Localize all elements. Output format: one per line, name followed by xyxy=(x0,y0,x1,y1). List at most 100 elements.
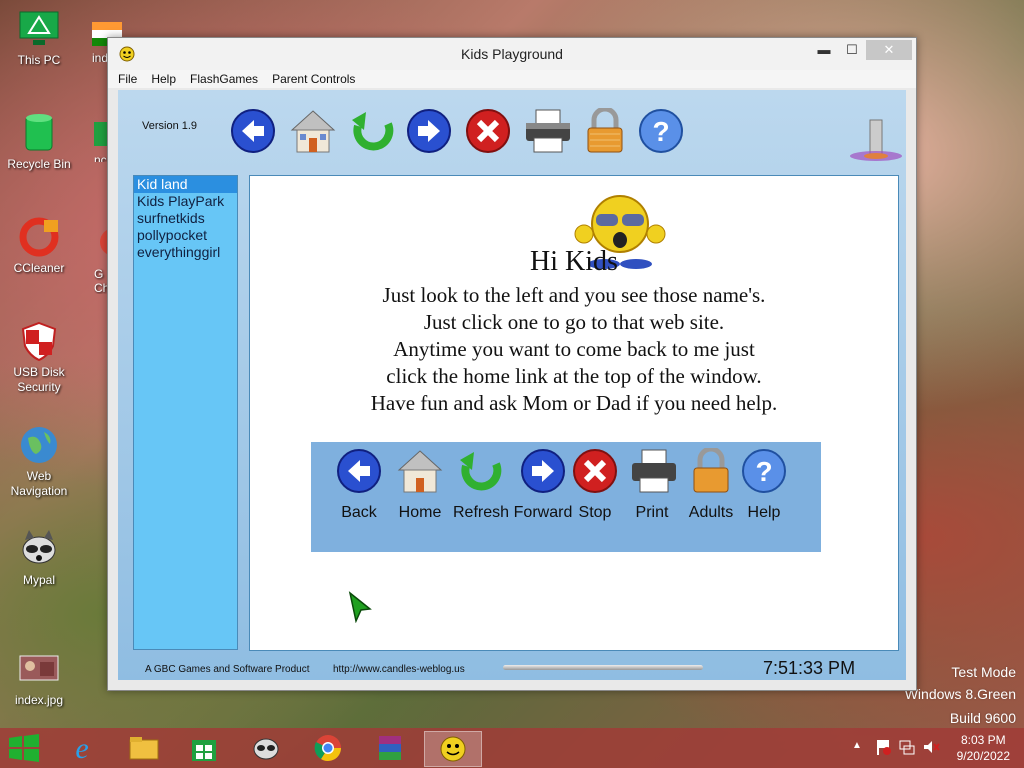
site-list-item[interactable]: pollypocket xyxy=(134,227,237,244)
desktop-icon-index-jpg[interactable]: index.jpg xyxy=(4,648,74,708)
status-product-text: A GBC Games and Software Product xyxy=(145,664,310,675)
nav-refresh-button[interactable]: Refresh xyxy=(451,448,511,522)
candle-logo-icon xyxy=(848,118,904,169)
store-icon xyxy=(192,740,216,761)
toolbar-stop-button[interactable] xyxy=(465,108,511,154)
stop-icon xyxy=(466,109,510,153)
toolbar-parental-lock-button[interactable] xyxy=(585,106,631,154)
content-pane: Hi Kids Just look to the left and you se… xyxy=(249,175,899,651)
toolbar-home-button[interactable] xyxy=(290,108,336,154)
nav-button-label: Stop xyxy=(578,504,612,521)
toolbar-print-button[interactable] xyxy=(523,108,570,154)
mouse-cursor-icon xyxy=(348,591,374,628)
taskbar-internet-explorer[interactable]: e xyxy=(54,731,110,765)
nav-help-button[interactable]: ? Help xyxy=(741,448,787,522)
padlock-icon xyxy=(587,106,623,153)
title-bar[interactable]: Kids Playground ▬ ☐ ✕ xyxy=(108,38,916,70)
svg-text:?: ? xyxy=(755,456,772,487)
tray-time: 8:03 PM xyxy=(960,733,1006,747)
globe-icon xyxy=(18,424,60,466)
forward-arrow-icon xyxy=(521,449,565,493)
forward-arrow-icon xyxy=(407,109,451,153)
taskbar-mypal[interactable] xyxy=(238,731,294,765)
stop-icon xyxy=(573,449,617,493)
taskbar-winrar[interactable] xyxy=(362,731,418,765)
nav-stop-button[interactable]: Stop xyxy=(571,448,619,522)
smiley-app-icon xyxy=(440,736,466,762)
back-arrow-icon xyxy=(337,449,381,493)
windows-version-watermark: Windows 8.Green xyxy=(904,686,1016,702)
nav-button-label: Back xyxy=(341,504,377,521)
home-icon xyxy=(397,450,443,493)
client-area: Version 1.9 ? Kid land Kids PlayPark sur… xyxy=(118,90,906,680)
instruction-line: Have fun and ask Mom or Dad if you need … xyxy=(370,391,778,415)
padlock-icon xyxy=(693,446,729,493)
recycle-bin-icon xyxy=(18,112,60,154)
window-title: Kids Playground xyxy=(461,46,563,62)
instruction-line: Just click one to go to that web site. xyxy=(423,310,725,334)
taskbar-file-explorer[interactable] xyxy=(116,731,172,765)
nav-button-label: Adults xyxy=(688,504,734,521)
site-list-item[interactable]: Kid land xyxy=(134,176,237,193)
menu-parent-controls[interactable]: Parent Controls xyxy=(272,72,355,86)
tray-date: 9/20/2022 xyxy=(956,749,1010,763)
toolbar-back-button[interactable] xyxy=(230,108,276,154)
home-icon xyxy=(290,110,336,153)
status-bar: A GBC Games and Software Product http://… xyxy=(118,658,906,680)
refresh-icon xyxy=(352,112,394,151)
raccoon-icon xyxy=(253,738,279,760)
volume-muted-icon[interactable] xyxy=(922,738,940,761)
desktop-icon-label: CCleaner xyxy=(13,261,65,275)
nav-back-button[interactable]: Back xyxy=(335,448,383,522)
nav-button-label: Print xyxy=(635,504,669,521)
desktop-icon-this-pc[interactable]: This PC xyxy=(4,8,74,68)
toolbar-refresh-button[interactable] xyxy=(350,108,396,154)
menu-help[interactable]: Help xyxy=(151,72,176,86)
site-list-item[interactable]: Kids PlayPark xyxy=(134,193,237,210)
nav-button-label: Help xyxy=(747,504,781,521)
menu-flashgames[interactable]: FlashGames xyxy=(190,72,258,86)
nav-adults-button[interactable]: Adults xyxy=(685,446,737,522)
desktop-icon-ccleaner[interactable]: CCleaner xyxy=(4,216,74,276)
test-mode-watermark: Test Mode xyxy=(951,664,1016,680)
taskbar-chrome[interactable] xyxy=(300,731,356,765)
instruction-line: click the home link at the top of the wi… xyxy=(386,364,762,388)
network-icon[interactable] xyxy=(898,738,916,761)
site-list-item[interactable]: everythinggirl xyxy=(134,244,237,261)
greeting-heading: Hi Kids xyxy=(530,246,618,277)
internet-explorer-icon: e xyxy=(75,733,88,763)
instructions-text: Just look to the left and you see those … xyxy=(250,282,898,417)
help-question-icon: ? xyxy=(742,449,786,493)
nav-forward-button[interactable]: Forward xyxy=(509,448,577,522)
system-clock[interactable]: 8:03 PM 9/20/2022 xyxy=(957,732,1010,764)
taskbar-store[interactable] xyxy=(176,731,232,765)
desktop-icon-recycle-bin[interactable]: Recycle Bin xyxy=(4,112,74,172)
desktop-icon-mypal[interactable]: Mypal xyxy=(4,528,74,588)
desktop-icon-web-navigation[interactable]: Web Navigation xyxy=(4,424,74,499)
close-button[interactable]: ✕ xyxy=(866,40,912,60)
refresh-icon xyxy=(460,452,502,491)
shield-icon xyxy=(18,320,60,362)
winrar-icon xyxy=(379,736,401,760)
site-list-item[interactable]: surfnetkids xyxy=(134,210,237,227)
nav-button-label: Forward xyxy=(513,504,573,521)
desktop-icon-usb-disk-security[interactable]: USB Disk Security xyxy=(4,320,74,395)
desktop-icon-label: Recycle Bin xyxy=(7,157,71,171)
tray-expand-icon[interactable]: ▲ xyxy=(852,740,862,751)
desktop-icon-label: index.jpg xyxy=(14,693,64,707)
nav-print-button[interactable]: Print xyxy=(627,448,677,522)
back-arrow-icon xyxy=(231,109,275,153)
toolbar-help-button[interactable]: ? xyxy=(638,108,684,154)
start-button[interactable] xyxy=(0,731,48,765)
maximize-button[interactable]: ☐ xyxy=(838,40,866,60)
taskbar-kids-playground[interactable] xyxy=(424,731,482,767)
action-center-flag-icon[interactable] xyxy=(874,738,892,761)
nav-home-button[interactable]: Home xyxy=(395,448,445,522)
status-url-link[interactable]: http://www.candles-weblog.us xyxy=(333,664,465,675)
svg-text:e: e xyxy=(75,733,88,763)
kids-playground-window: Kids Playground ▬ ☐ ✕ File Help FlashGam… xyxy=(107,37,917,691)
toolbar-forward-button[interactable] xyxy=(406,108,452,154)
minimize-button[interactable]: ▬ xyxy=(810,40,838,60)
chrome-icon xyxy=(314,735,342,762)
menu-file[interactable]: File xyxy=(118,72,137,86)
